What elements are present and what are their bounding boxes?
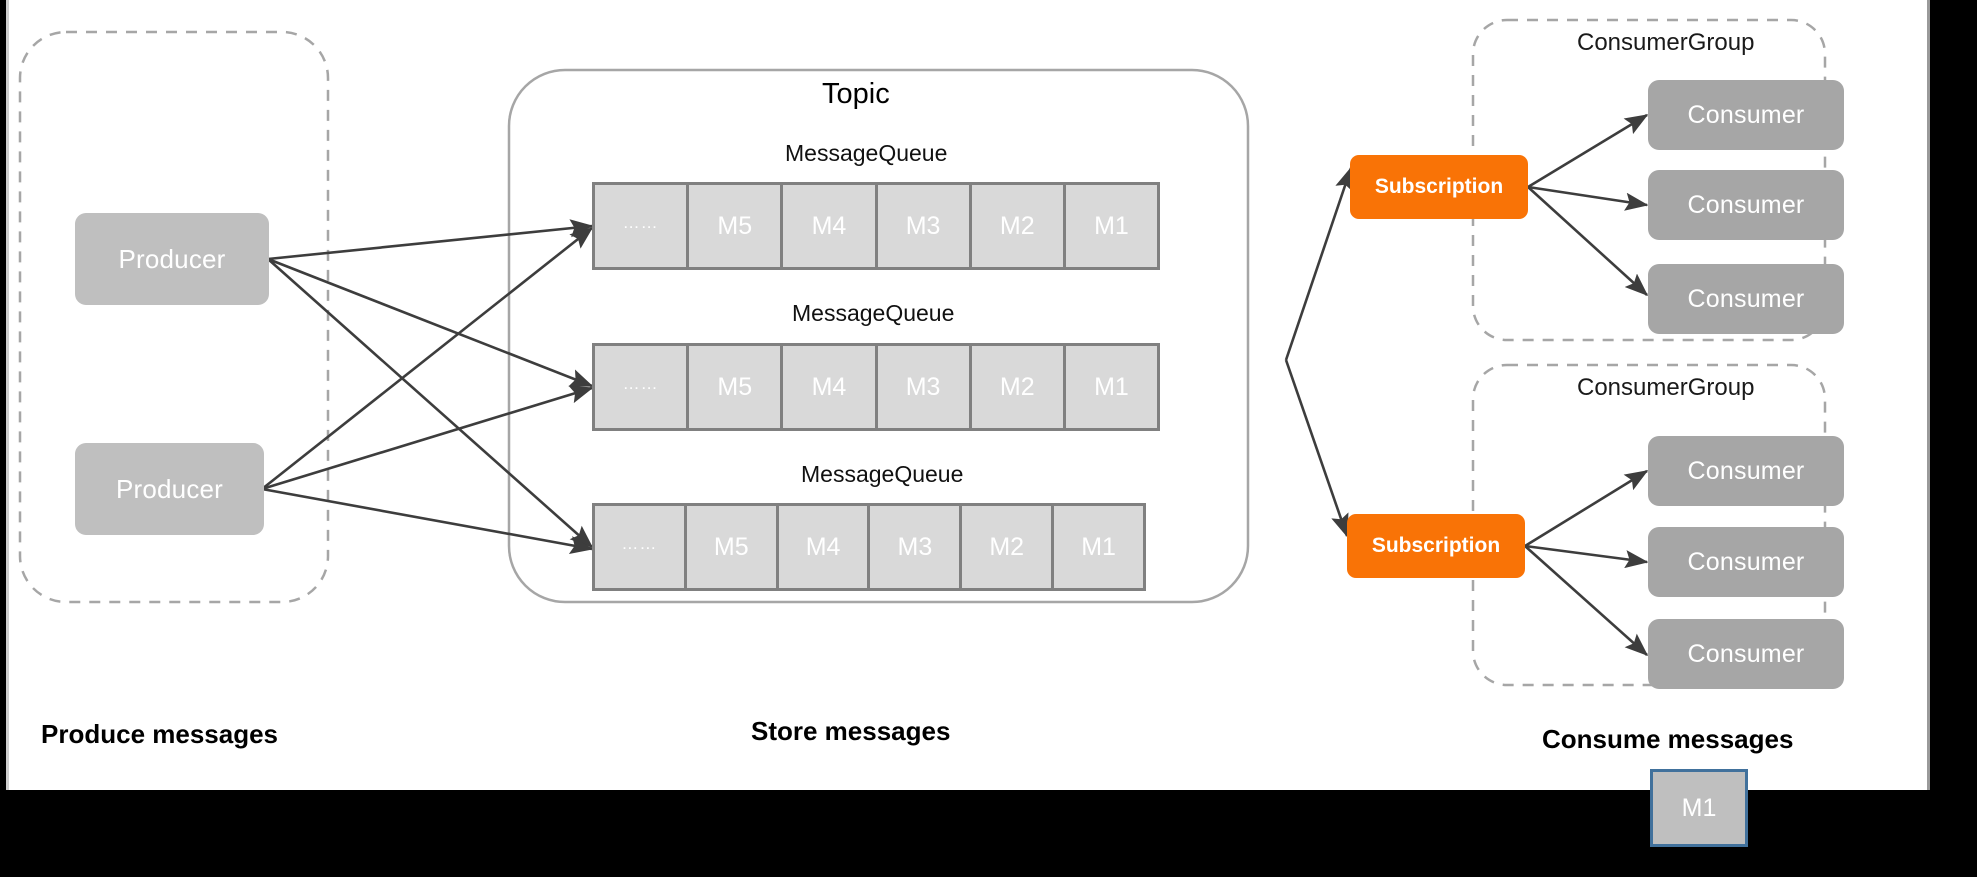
consumer-group-title-1: ConsumerGroup — [1577, 29, 1755, 56]
queue3-cell-1[interactable]: M5 — [686, 506, 779, 588]
queue1-cell-2[interactable]: M4 — [783, 185, 878, 267]
queue3-cell-2[interactable]: M4 — [778, 506, 871, 588]
message-queue-3[interactable]: …… M5 M4 M3 M2 M1 — [592, 503, 1146, 591]
queue2-cell-1[interactable]: M5 — [689, 346, 784, 428]
queue1-cell-1[interactable]: M5 — [689, 185, 784, 267]
producer1-arrows — [267, 219, 594, 549]
producer2-arrows — [261, 226, 594, 555]
caption-produce-messages: Produce messages — [41, 719, 279, 749]
consumer-box-2-1[interactable]: Consumer — [1648, 436, 1844, 506]
queue2-cell-4[interactable]: M2 — [971, 346, 1066, 428]
subscription-label-1: Subscription — [1374, 175, 1504, 198]
queue3-cell-4[interactable]: M2 — [962, 506, 1055, 588]
topic-title: Topic — [822, 78, 890, 110]
queue2-cell-3[interactable]: M3 — [877, 346, 972, 428]
message-queue-title-1: MessageQueue — [785, 140, 948, 166]
queue1-cell-3[interactable]: M3 — [877, 185, 972, 267]
producer-label-1: Producer — [118, 243, 226, 274]
consumer-box-2-2[interactable]: Consumer — [1648, 527, 1844, 597]
caption-store-messages: Store messages — [751, 716, 951, 746]
message-queue-title-2: MessageQueue — [792, 300, 955, 326]
producer-box-2[interactable]: Producer — [75, 443, 264, 535]
consumer-box-1-3[interactable]: Consumer — [1648, 264, 1844, 334]
queue3-cell-5[interactable]: M1 — [1054, 506, 1143, 588]
queue1-cell-4[interactable]: M2 — [971, 185, 1066, 267]
message-queue-2[interactable]: …… M5 M4 M3 M2 M1 — [592, 343, 1160, 431]
queue1-cell-5[interactable]: M1 — [1065, 185, 1158, 267]
queue2-cell-0[interactable]: …… — [595, 346, 690, 428]
selected-message-label: M1 — [1681, 793, 1717, 822]
subscription2-arrows — [1524, 469, 1649, 657]
producer-box-1[interactable]: Producer — [75, 213, 269, 305]
consumer-label-1-2: Consumer — [1687, 190, 1805, 219]
subscription-box-2[interactable]: Subscription — [1347, 514, 1525, 578]
queue3-cell-3[interactable]: M3 — [870, 506, 963, 588]
subscription1-arrows — [1527, 113, 1649, 297]
consumer-box-1-1[interactable]: Consumer — [1648, 80, 1844, 150]
consumer-label-1-3: Consumer — [1687, 284, 1805, 313]
screenshot-stage: Producer Producer Topic MessageQueue …… … — [0, 0, 1977, 877]
message-queue-1[interactable]: …… M5 M4 M3 M2 M1 — [592, 182, 1160, 270]
selected-message-shape-m1[interactable]: M1 — [1650, 769, 1748, 847]
consumer-label-2-1: Consumer — [1687, 456, 1805, 485]
caption-consume-messages: Consume messages — [1542, 724, 1794, 754]
queue2-cell-5[interactable]: M1 — [1065, 346, 1158, 428]
consumer-group-title-2: ConsumerGroup — [1577, 374, 1755, 401]
queue3-cell-0[interactable]: …… — [595, 506, 687, 588]
topic-to-subscription-arrows — [1284, 166, 1353, 538]
subscription-box-1[interactable]: Subscription — [1350, 155, 1528, 219]
consumer-box-1-2[interactable]: Consumer — [1648, 170, 1844, 240]
queue2-cell-2[interactable]: M4 — [783, 346, 878, 428]
consumer-box-2-3[interactable]: Consumer — [1648, 619, 1844, 689]
slide-canvas[interactable]: Producer Producer Topic MessageQueue …… … — [6, 0, 1930, 790]
consumer-label-2-3: Consumer — [1687, 639, 1805, 668]
producer-label-2: Producer — [115, 473, 224, 504]
queue1-cell-0[interactable]: …… — [595, 185, 690, 267]
subscription-label-2: Subscription — [1371, 534, 1501, 557]
message-queue-title-3: MessageQueue — [801, 461, 964, 487]
consumer-label-2-2: Consumer — [1687, 547, 1805, 576]
consumer-label-1-1: Consumer — [1687, 100, 1805, 129]
